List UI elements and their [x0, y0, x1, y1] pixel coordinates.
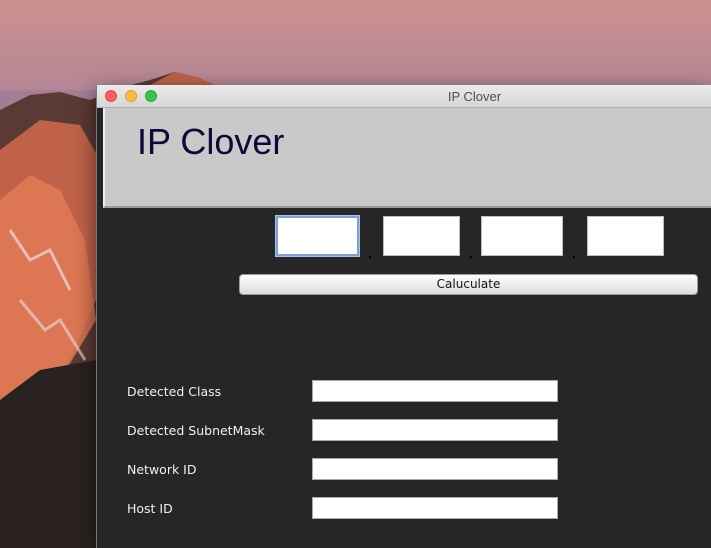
detected-class-field[interactable] — [312, 380, 558, 402]
host-id-label: Host ID — [127, 501, 173, 516]
octet-separator: . — [368, 245, 372, 261]
octet-separator: . — [572, 245, 576, 261]
detected-subnetmask-field[interactable] — [312, 419, 558, 441]
octet-separator: . — [469, 245, 473, 261]
host-id-field[interactable] — [312, 497, 558, 519]
detected-subnetmask-label: Detected SubnetMask — [127, 423, 265, 438]
network-id-label: Network ID — [127, 462, 197, 477]
calculate-button[interactable]: Caluculate — [239, 274, 698, 295]
ip-octet-3-input[interactable] — [481, 216, 563, 256]
ip-octet-1-input[interactable] — [276, 216, 359, 256]
network-id-field[interactable] — [312, 458, 558, 480]
detected-class-label: Detected Class — [127, 384, 222, 399]
app-window: IP Clover IP Clover . . . Caluculate Det… — [96, 85, 711, 548]
ip-octet-2-input[interactable] — [383, 216, 460, 256]
ip-octet-4-input[interactable] — [587, 216, 664, 256]
window-title: IP Clover — [447, 89, 502, 104]
app-heading: IP Clover — [137, 121, 285, 162]
header-panel: IP Clover — [103, 108, 711, 208]
title-bar[interactable]: IP Clover — [97, 85, 711, 108]
